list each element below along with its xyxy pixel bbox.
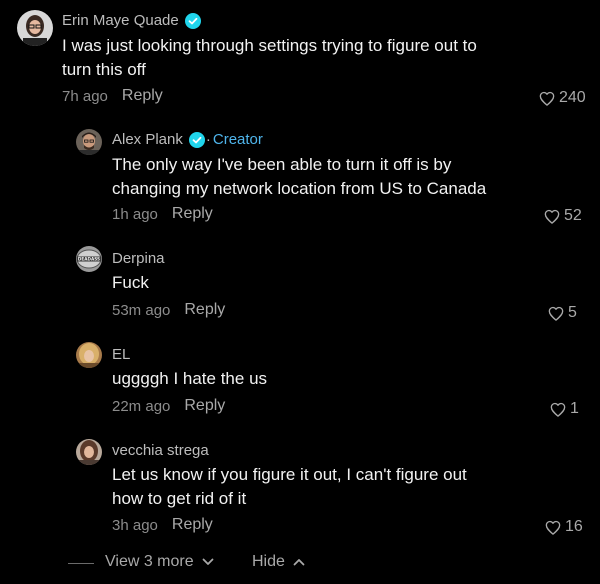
- comment-text-line: Fuck: [112, 273, 149, 292]
- like-count: 240: [559, 89, 586, 106]
- like-count: 16: [565, 518, 583, 535]
- hide-label: Hide: [252, 553, 285, 570]
- avatar-text: DEADASS: [78, 257, 100, 262]
- comment-author[interactable]: Derpina: [112, 250, 165, 267]
- heart-outline-icon: [545, 520, 561, 535]
- heart-outline-icon: [539, 91, 555, 106]
- hide-button[interactable]: Hide: [252, 553, 305, 571]
- view-more-label: View 3 more: [105, 553, 194, 570]
- avatar[interactable]: [76, 129, 102, 155]
- separator-dot: ·: [205, 131, 211, 148]
- reply-button[interactable]: Reply: [172, 205, 213, 223]
- view-more-button[interactable]: View 3 more: [105, 553, 214, 571]
- comment-author[interactable]: Alex Plank: [112, 131, 183, 148]
- like-button[interactable]: 5: [548, 304, 577, 322]
- comment-author[interactable]: Erin Maye Quade: [62, 12, 179, 29]
- replies-footer: View 3 more Hide: [0, 553, 600, 575]
- creator-badge: Creator: [212, 131, 263, 148]
- heart-outline-icon: [550, 402, 566, 417]
- reply-button[interactable]: Reply: [172, 516, 213, 534]
- comment-time: 53m ago: [112, 301, 171, 319]
- chevron-down-icon: [202, 558, 214, 565]
- reply-button[interactable]: Reply: [184, 301, 225, 319]
- heart-outline-icon: [544, 209, 560, 224]
- divider-line: [68, 563, 94, 564]
- comment-text-line: Let us know if you figure it out, I can'…: [112, 465, 467, 484]
- chevron-up-icon: [293, 559, 305, 566]
- like-button[interactable]: 52: [544, 207, 582, 225]
- comment-text-line: how to get rid of it: [112, 489, 247, 508]
- comment-text-line: uggggh I hate the us: [112, 369, 268, 388]
- avatar[interactable]: [17, 10, 53, 46]
- like-count: 5: [568, 304, 577, 321]
- like-count: 52: [564, 207, 582, 224]
- verified-badge-icon: [184, 12, 201, 29]
- like-button[interactable]: 1: [550, 400, 579, 418]
- avatar[interactable]: DEADASS: [76, 246, 102, 272]
- comment-time: 1h ago: [112, 205, 158, 223]
- comment-time: 22m ago: [112, 397, 171, 415]
- avatar[interactable]: [76, 342, 102, 368]
- reply-button[interactable]: Reply: [122, 87, 163, 105]
- comment-author[interactable]: vecchia strega: [112, 442, 209, 459]
- like-button[interactable]: 16: [545, 518, 583, 536]
- reply-button[interactable]: Reply: [184, 397, 225, 415]
- avatar[interactable]: [76, 439, 102, 465]
- heart-outline-icon: [548, 306, 564, 321]
- comment-text-line: turn this off: [62, 60, 146, 79]
- comment-author[interactable]: EL: [112, 346, 130, 363]
- comment-text-line: changing my network location from US to …: [112, 179, 487, 198]
- like-count: 1: [570, 400, 579, 417]
- comment-time: 7h ago: [62, 87, 108, 105]
- comment-time: 3h ago: [112, 516, 158, 534]
- comment-text-line: The only way I've been able to turn it o…: [112, 155, 452, 174]
- verified-badge-icon: [188, 131, 205, 148]
- like-button[interactable]: 240: [539, 89, 586, 107]
- comment-text-line: I was just looking through settings tryi…: [62, 36, 477, 55]
